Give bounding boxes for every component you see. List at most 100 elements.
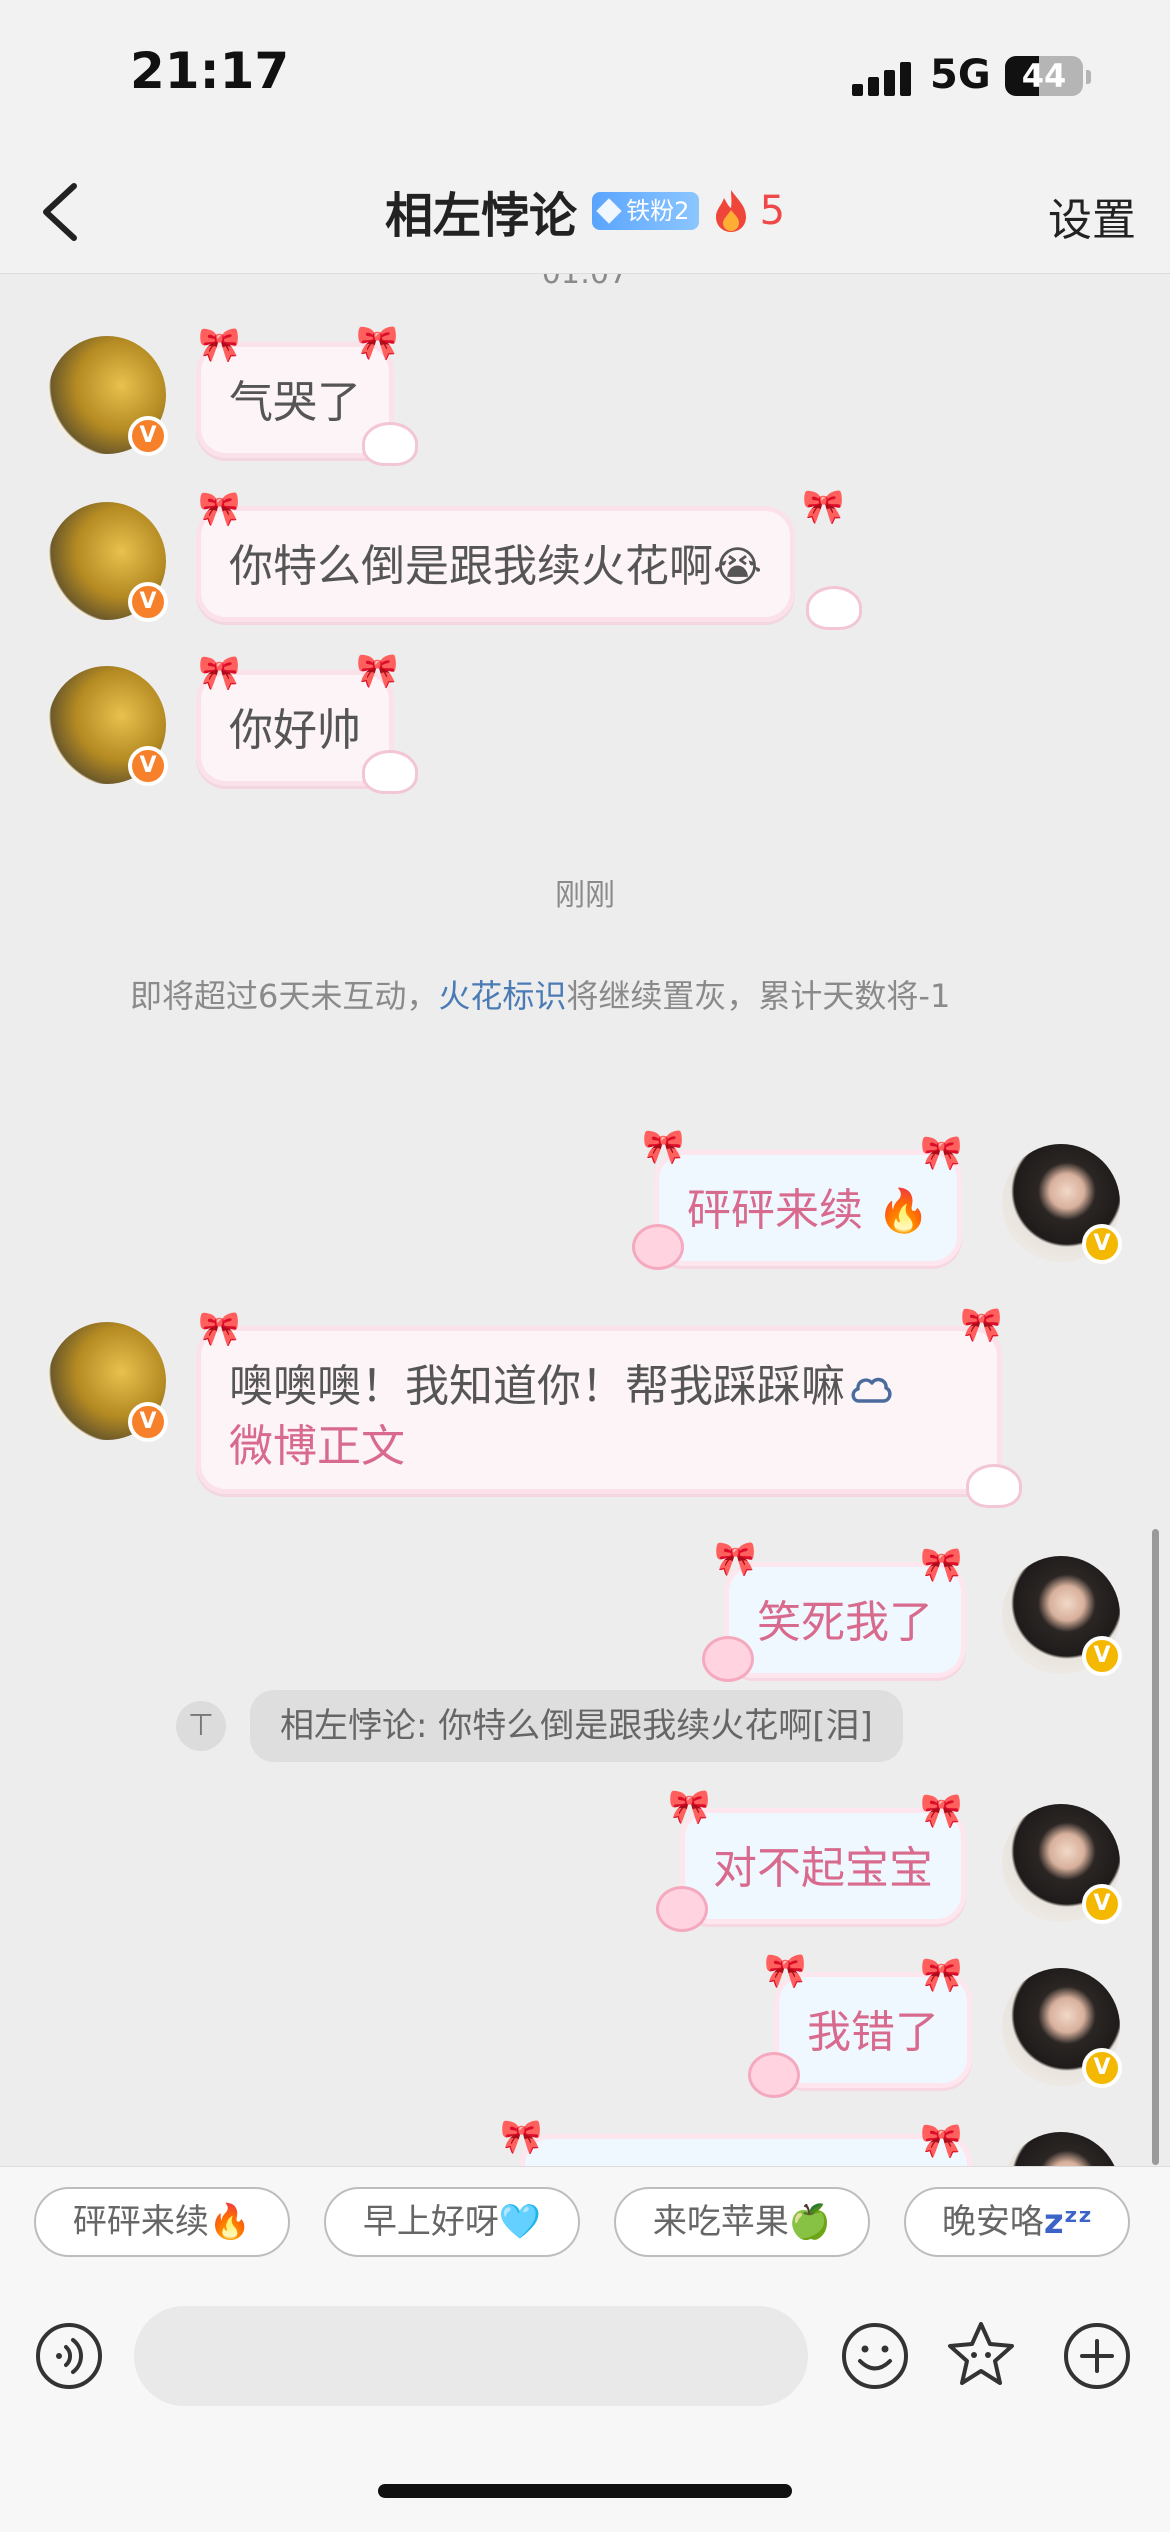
title-group: 相左悖论 铁粉2 5 (0, 176, 1170, 246)
bow-icon: 🎀 (198, 653, 241, 693)
notice-text: 将继续置灰，累计天数将-1 (566, 977, 951, 1015)
avatar[interactable]: V (48, 1322, 168, 1442)
message-text: 你特么倒是跟我续火花啊 (229, 541, 713, 592)
bow-icon: 🎀 (642, 1127, 685, 1167)
battery-icon: 44 (1005, 56, 1083, 96)
battery-cap (1086, 70, 1091, 84)
sticker-icon[interactable] (946, 2319, 1016, 2389)
my-avatar[interactable]: V (1002, 1144, 1122, 1264)
fan-badge: 铁粉2 (592, 192, 700, 230)
bow-icon: 🎀 (714, 1539, 757, 1579)
streak-count: 5 (759, 188, 786, 234)
my-avatar[interactable]: V (1002, 1556, 1122, 1676)
verified-badge-icon: V (1082, 1636, 1122, 1676)
quote-text: 相左悖论: 你特么倒是跟我续火花啊[泪] (250, 1690, 903, 1762)
bow-icon: 🎀 (356, 651, 399, 691)
fire-icon: 🔥 (208, 2202, 252, 2242)
bow-icon: 🎀 (198, 1309, 241, 1349)
bow-icon: 🎀 (764, 1951, 807, 1991)
message-text: 气哭了 (229, 377, 361, 428)
my-message-bubble[interactable]: 砰砰来续 🔥 (654, 1150, 963, 1266)
notice-text: 即将超过6天未互动， (130, 977, 439, 1015)
bow-icon: 🎀 (198, 489, 241, 529)
chip-label: 晚安咯 (941, 2202, 1044, 2242)
bow-icon: 🎀 (960, 1305, 1003, 1345)
verified-badge-icon: V (128, 582, 168, 622)
verified-badge-icon: V (128, 746, 168, 786)
quick-reply-chip[interactable]: 早上好呀🩵 (324, 2187, 580, 2257)
fire-icon (716, 190, 747, 232)
apple-icon: 🍏 (788, 2202, 832, 2242)
weibo-post-link[interactable]: 微博正文 (229, 1417, 969, 1477)
chat-title: 相左悖论 (384, 188, 577, 244)
my-avatar[interactable] (1002, 2132, 1120, 2166)
bow-icon: 🎀 (920, 1955, 963, 1995)
bow-icon: 🎀 (198, 325, 241, 365)
bunny-icon (362, 750, 418, 794)
avatar[interactable]: V (48, 666, 168, 786)
avatar[interactable]: V (48, 502, 168, 622)
quick-reply-chip[interactable]: 砰砰来续🔥 (34, 2187, 290, 2257)
quick-reply-chip[interactable]: 来吃苹果🍏 (614, 2187, 870, 2257)
chip-label: 早上好呀 (362, 2202, 499, 2242)
fire-icon: 🔥 (877, 1186, 930, 1235)
battery-level: 44 (1021, 57, 1067, 95)
heart-icon: 🩵 (498, 2202, 542, 2242)
quick-reply-bar: 砰砰来续🔥 早上好呀🩵 来吃苹果🍏 晚安咯zᶻᶻ (0, 2166, 1170, 2276)
message-text: 对不起宝宝 (713, 1843, 933, 1894)
spark-badge-link[interactable]: 火花标识 (438, 977, 566, 1015)
status-bar: 21:17 5G 44 (0, 0, 1170, 150)
chip-label: 砰砰来续 (72, 2202, 209, 2242)
my-avatar[interactable]: V (1002, 1968, 1122, 2088)
verified-badge-icon: V (1082, 1224, 1122, 1264)
message-input[interactable] (134, 2306, 808, 2406)
peach-icon (748, 2052, 800, 2098)
voice-icon[interactable] (34, 2321, 104, 2391)
sleep-icon: zᶻᶻ (1043, 2202, 1093, 2242)
signal-icon (852, 62, 912, 96)
message-text: 你好帅 (229, 705, 361, 756)
pin-icon: ⊤ (176, 1701, 226, 1751)
bow-icon: 🎀 (802, 487, 845, 527)
gem-icon (596, 198, 622, 224)
verified-badge-icon: V (1082, 2048, 1122, 2088)
system-notice: 即将超过6天未互动，火花标识将继续置灰，累计天数将-1 (130, 968, 1050, 1024)
peach-icon (632, 1224, 684, 1270)
bow-icon: 🎀 (356, 323, 399, 363)
message-text: 噢噢噢！我知道你！帮我踩踩嘛 (229, 1361, 845, 1412)
bow-icon: 🎀 (920, 1133, 963, 1173)
peach-icon (702, 1636, 754, 1682)
bow-icon: 🎀 (920, 1791, 963, 1831)
quick-reply-chip[interactable]: 晚安咯zᶻᶻ (904, 2187, 1130, 2257)
time-label: 刚刚 (555, 878, 615, 913)
bow-icon: 🎀 (668, 1787, 711, 1827)
message-text: 我错了 (807, 2007, 939, 2058)
my-avatar[interactable]: V (1002, 1804, 1122, 1924)
crying-emoji-icon: 😭 (713, 542, 763, 591)
bunny-icon (806, 586, 862, 630)
network-type: 5G (930, 52, 991, 98)
message-bubble[interactable]: 你特么倒是跟我续火花啊😭 (196, 506, 796, 622)
verified-badge-icon: V (128, 416, 168, 456)
bow-icon: 🎀 (500, 2117, 543, 2157)
timestamp: 01:07 (0, 274, 1170, 291)
message-bubble[interactable]: 噢噢噢！我知道你！帮我踩踩嘛 微博正文 (196, 1326, 1002, 1494)
avatar[interactable]: V (48, 336, 168, 456)
emoji-icon[interactable] (840, 2321, 910, 2391)
message-text: 笑死我了 (757, 1597, 933, 1648)
nav-bar: 相左悖论 铁粉2 5 设置 (0, 150, 1170, 274)
my-message-bubble-partial[interactable] (520, 2134, 972, 2166)
chip-label: 来吃苹果 (652, 2202, 789, 2242)
scroll-indicator[interactable] (1152, 1529, 1159, 2165)
bunny-icon (966, 1464, 1022, 1508)
verified-badge-icon: V (1082, 1884, 1122, 1924)
bunny-icon (362, 422, 418, 466)
bow-icon: 🎀 (920, 2121, 963, 2161)
settings-button[interactable]: 设置 (1048, 184, 1136, 248)
weibo-link-icon[interactable] (849, 1371, 893, 1405)
chat-area[interactable]: 01:07 V 气哭了 🎀 🎀 V 你特么倒是跟我续火花啊😭 🎀 🎀 V 你好帅… (0, 274, 1170, 2166)
status-time: 21:17 (130, 42, 290, 100)
message-text: 砰砰来续 (687, 1185, 863, 1236)
peach-icon (656, 1886, 708, 1932)
plus-icon[interactable] (1062, 2321, 1132, 2391)
